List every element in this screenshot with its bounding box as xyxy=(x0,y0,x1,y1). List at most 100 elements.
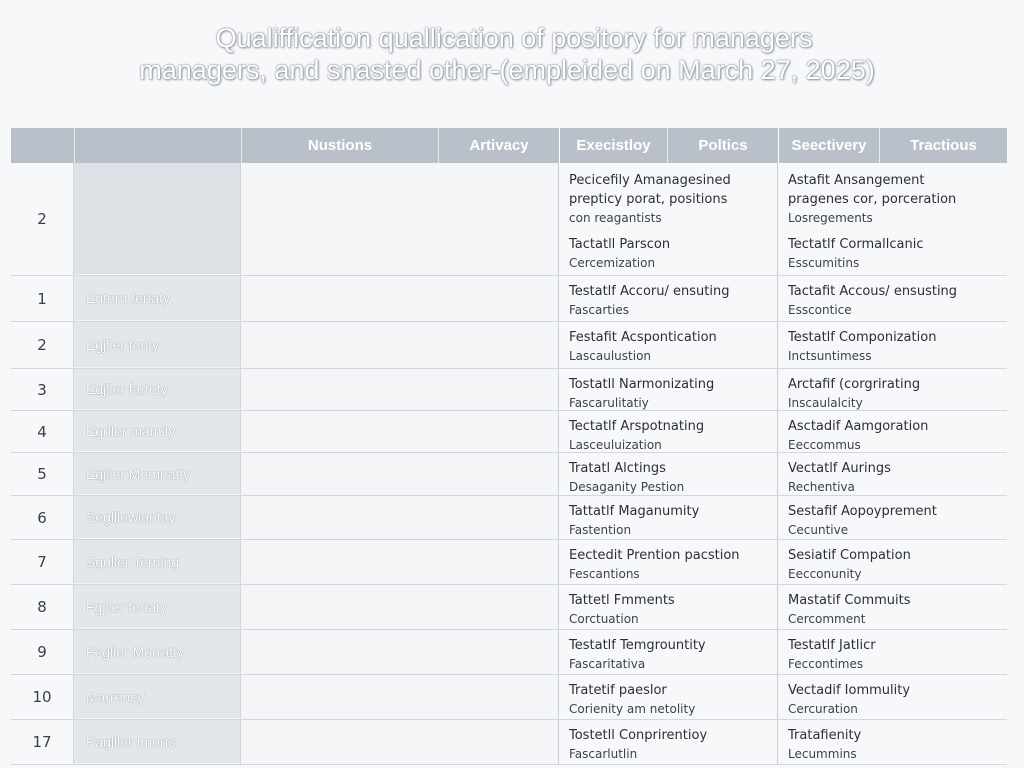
header-artivacy[interactable]: Artivacy xyxy=(438,128,559,163)
header-execistloy[interactable]: Execistloy xyxy=(559,128,667,163)
exec-subtext: Desaganity Pestion xyxy=(569,480,685,494)
row-sec-cell: Vectadif Iommulity Cercuration xyxy=(778,675,1007,719)
row-blank-cell xyxy=(241,411,559,452)
row-label: Fegller Morratty xyxy=(74,630,241,674)
sec-text: Arctafif (corgrirating xyxy=(788,377,921,392)
page-title: Qualiffication quallication of pository … xyxy=(0,22,1024,86)
row-blank-cell xyxy=(241,630,559,674)
exec-subtext: con reagantists xyxy=(569,211,662,225)
sec-text: Testatlf Jatlicr xyxy=(788,638,876,653)
qualification-table: Nustions Artivacy Execistloy Poltics See… xyxy=(11,128,1007,768)
exec-text: Tostetll Conprirentioy xyxy=(569,728,708,743)
exec-text: Pecicefily Amanagesined xyxy=(569,173,731,188)
table-row[interactable]: 10 Marrency Tratetif paeslor Corienity am n… xyxy=(11,675,1007,720)
sec-text: Testatlf Componization xyxy=(788,330,937,345)
sec-subtext: Cecuntive xyxy=(788,523,849,537)
row-label: Egjller Momnatty xyxy=(74,453,241,495)
row-exec-cell: Festafit Acspontication Lascaulustion xyxy=(559,322,778,368)
table-row[interactable]: 9 Fegller Morratty Testatlf Temgrountity Fa… xyxy=(11,630,1007,675)
exec-text: Testatlf Accoru/ ensuting xyxy=(569,284,730,299)
sec-text: Asctadif Aamgoration xyxy=(788,419,929,434)
row-blank-cell xyxy=(241,720,559,764)
row-exec-cell: Eectedit Prention pacstion Fescantions xyxy=(559,540,778,584)
row-sec-cell: Testatlf Jatlicr Feccontimes xyxy=(778,630,1007,674)
row-label: Paglller Imerts xyxy=(74,720,241,764)
row-blank-cell xyxy=(241,163,559,275)
sec-text: Tectatlf Cormallcanic xyxy=(788,237,924,252)
table-row[interactable]: 8 Fgjller fertaty Tattetl Fmments Corctuati… xyxy=(11,585,1007,630)
sec-text: Astafit Ansangement xyxy=(788,173,925,188)
table-row[interactable]: 2 Pecicefily Amanagesined prepticy porat… xyxy=(11,163,1007,276)
row-number: 2 xyxy=(11,163,74,275)
row-number: 8 xyxy=(11,585,74,629)
sec-subtext: Rechentiva xyxy=(788,480,855,494)
header-cell-index[interactable] xyxy=(11,128,74,163)
sec-text: pragenes cor, porceration xyxy=(788,192,957,207)
table-row[interactable]: 2 Egjller fenty Festafit Acspontication Las… xyxy=(11,322,1007,369)
row-number: 1 xyxy=(11,276,74,321)
row-sec-cell: Mastatif Commuits Cercomment xyxy=(778,585,1007,629)
header-seectivery[interactable]: Seectivery xyxy=(778,128,879,163)
row-blank-cell xyxy=(241,369,559,410)
row-sec-cell: Arctafif (corgrirating Inscaulalcity xyxy=(778,369,1007,410)
row-number: 2 xyxy=(11,322,74,368)
row-label: Fgjller fertaty xyxy=(74,585,241,629)
exec-text: Tectatlf Arspotnating xyxy=(569,419,705,434)
row-number: 17 xyxy=(11,720,74,764)
sec-subtext: Inctsuntimess xyxy=(788,349,872,363)
sec-text: Tactafit Accous/ ensusting xyxy=(788,284,958,299)
row-number: 6 xyxy=(11,496,74,539)
sec-text: Vectatlf Aurings xyxy=(788,461,891,476)
table-row[interactable]: 17 Paglller Imerts Tostetll Conprirentioy F… xyxy=(11,720,1007,765)
exec-text: Tattatlf Maganumity xyxy=(569,504,700,519)
row-exec-cell: Tectatlf Arspotnating Lasceuluization xyxy=(559,411,778,452)
exec-text: Tactatll Parscon xyxy=(569,237,671,252)
sec-text: Sestafif Aopoyprement xyxy=(788,504,937,519)
row-number: 4 xyxy=(11,411,74,452)
sec-subtext: Feccontimes xyxy=(788,657,864,671)
exec-text: Tostatll Narmonizating xyxy=(569,377,715,392)
table-row[interactable]: 1 Entern fertaty Testatlf Accoru/ ensuting… xyxy=(11,276,1007,322)
sec-subtext: Lecummins xyxy=(788,747,857,761)
exec-text: Tratetif paeslor xyxy=(569,683,667,698)
row-exec-cell: Testatlf Temgrountity Fascaritativa xyxy=(559,630,778,674)
exec-text: Tattetl Fmments xyxy=(569,593,675,608)
header-cell-label[interactable] xyxy=(74,128,241,163)
row-label xyxy=(74,163,241,275)
table-row[interactable]: 6 Seglllewiantay Tattatlf Maganumity Fasten… xyxy=(11,496,1007,540)
header-poltics[interactable]: Poltics xyxy=(667,128,778,163)
row-exec-cell: Tattatlf Maganumity Fastention xyxy=(559,496,778,539)
table-row[interactable]: 3 Egjller fartety Tostatll Narmonizating Fa… xyxy=(11,369,1007,411)
sec-subtext: Eecconunity xyxy=(788,567,862,581)
table-row[interactable]: 7 Sguller Terning Eectedit Prention pacsti… xyxy=(11,540,1007,585)
row-exec-cell: Tattetl Fmments Corctuation xyxy=(559,585,778,629)
header-nustions[interactable]: Nustions xyxy=(241,128,438,163)
row-sec-cell: Testatlf Componization Inctsuntimess xyxy=(778,322,1007,368)
row-label: Marrency xyxy=(74,675,241,719)
row-blank-cell xyxy=(241,540,559,584)
row-label: Entern fertaty xyxy=(74,276,241,321)
row-sec-cell: Vectatlf Aurings Rechentiva xyxy=(778,453,1007,495)
row-number: 3 xyxy=(11,369,74,410)
row-exec-cell: Tostatll Narmonizating Fascarulitatiy xyxy=(559,369,778,410)
row-sec-cell: Tactafit Accous/ ensusting Esscontice xyxy=(778,276,1007,321)
row-label: Egjller fenty xyxy=(74,322,241,368)
table-header: Nustions Artivacy Execistloy Poltics See… xyxy=(11,128,1007,163)
exec-subtext: Cercemization xyxy=(569,256,656,270)
row-exec-cell: Tostetll Conprirentioy Fascarlutlin xyxy=(559,720,778,764)
sec-text: Tratafienity xyxy=(788,728,862,743)
table-row[interactable]: 4 Egrller mamity Tectatlf Arspotnating Lasc… xyxy=(11,411,1007,453)
sec-text: Vectadif Iommulity xyxy=(788,683,911,698)
row-blank-cell xyxy=(241,276,559,321)
table-row[interactable]: 5 Egjller Momnatty Tratatl Alctings Desagan… xyxy=(11,453,1007,496)
row-number: 5 xyxy=(11,453,74,495)
exec-subtext: Fescantions xyxy=(569,567,640,581)
header-tractious[interactable]: Tractious xyxy=(879,128,1007,163)
title-line-2: managers, and snasted other-(empleided o… xyxy=(139,55,875,85)
row-exec-cell: Pecicefily Amanagesined prepticy porat, … xyxy=(559,163,778,275)
exec-subtext: Corienity am netolity xyxy=(569,702,696,716)
exec-subtext: Fascarlutlin xyxy=(569,747,638,761)
exec-text: Tratatl Alctings xyxy=(569,461,666,476)
sec-subtext: Esscontice xyxy=(788,303,852,317)
row-exec-cell: Tratatl Alctings Desaganity Pestion xyxy=(559,453,778,495)
